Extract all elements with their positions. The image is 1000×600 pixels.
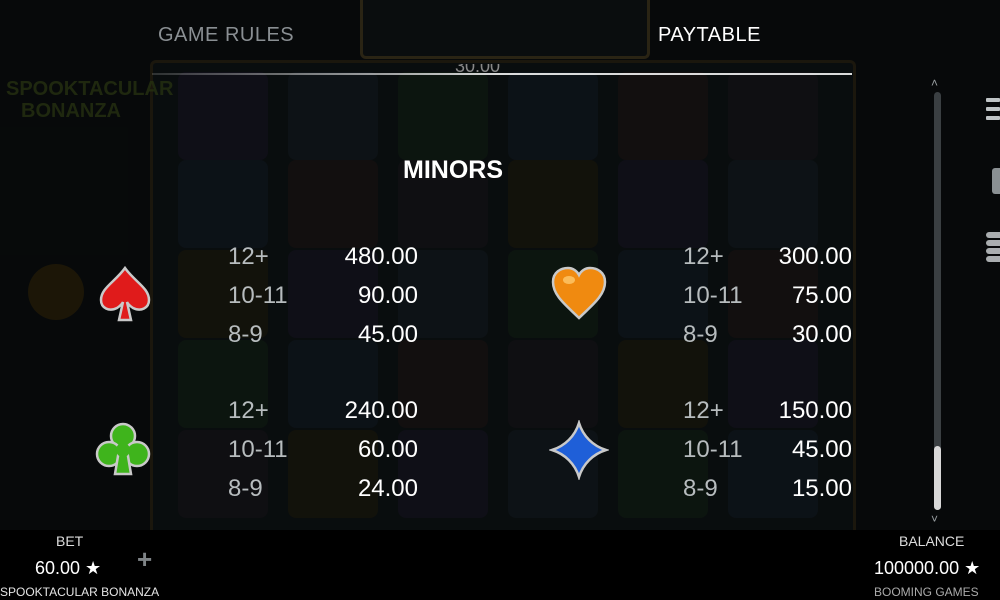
bet-value[interactable]: 60.00 ★ [35,558,101,579]
paytable-spade: 12+ 480.00 10-11 90.00 8-9 45.00 [228,243,418,360]
club-icon [93,420,153,480]
coins-icon[interactable] [986,232,1000,270]
pay-value: 480.00 [344,243,418,270]
tab-game-rules[interactable]: GAME RULES [158,24,294,47]
pay-value: 150.00 [778,397,852,424]
paytable-club: 12+ 240.00 10-11 60.00 8-9 24.00 [228,397,418,514]
pay-count: 10-11 [228,282,288,309]
balance-value: 100000.00 ★ [874,558,981,578]
pay-row: 10-11 60.00 [228,436,418,475]
game-name: SPOOKTACULAR BONANZA [0,585,160,599]
scroll-down-arrow-icon[interactable]: ˅ [931,512,938,526]
pay-value: 15.00 [791,475,852,502]
pay-value: 60.00 [357,436,418,463]
pay-row: 10-11 75.00 [683,282,852,321]
spade-icon [95,264,155,324]
pay-value: 24.00 [357,475,418,502]
pay-row: 12+ 150.00 [683,397,852,436]
pay-row: 12+ 300.00 [683,243,852,282]
pay-row: 8-9 30.00 [683,321,852,360]
scroll-up-arrow-icon[interactable]: ˄ [931,76,938,90]
pay-value: 75.00 [791,282,852,309]
pay-value: 300.00 [778,243,852,270]
menu-icon[interactable] [986,98,1000,124]
bottom-bar: BET 60.00 ★ + SPOOKTACULAR BONANZA BALAN… [0,530,1000,600]
pay-count: 12+ [683,243,724,270]
pay-row: 8-9 24.00 [228,475,418,514]
balance-label: BALANCE [899,533,965,549]
top-panel [360,0,650,59]
paytable-diamond: 12+ 150.00 10-11 45.00 8-9 15.00 [683,397,852,514]
pay-count: 8-9 [228,475,263,502]
brand-logo: BOOMING GAMES [874,585,979,599]
section-title: MINORS [403,156,503,184]
pay-row: 8-9 15.00 [683,475,852,514]
heart-icon [549,264,609,324]
pay-count: 8-9 [683,475,718,502]
pay-count: 10-11 [228,436,288,463]
pay-count: 12+ [228,397,269,424]
pay-row: 12+ 480.00 [228,243,418,282]
pay-value: 30.00 [791,321,852,348]
tab-paytable[interactable]: PAYTABLE [658,24,761,47]
pay-row: 12+ 240.00 [228,397,418,436]
pay-row: 10-11 90.00 [228,282,418,321]
pay-row: 8-9 45.00 [228,321,418,360]
pay-count: 12+ [683,397,724,424]
sound-icon[interactable] [992,168,1000,194]
pay-count: 8-9 [683,321,718,348]
scrollbar-track[interactable] [934,92,941,510]
tab-underline [152,73,852,75]
pay-count: 12+ [228,243,269,270]
diamond-icon [547,418,611,482]
clipped-previous-row: 30.00 [455,64,501,76]
pay-count: 10-11 [683,436,743,463]
pay-value: 45.00 [357,321,418,348]
pay-row: 10-11 45.00 [683,436,852,475]
pay-value: 90.00 [357,282,418,309]
pay-value: 45.00 [791,436,852,463]
paytable-heart: 12+ 300.00 10-11 75.00 8-9 30.00 [683,243,852,360]
pay-count: 8-9 [228,321,263,348]
increase-bet-button[interactable]: + [137,544,152,575]
scrollbar-thumb[interactable] [934,446,941,510]
pay-value: 240.00 [344,397,418,424]
bet-label: BET [56,533,84,549]
pay-count: 10-11 [683,282,743,309]
